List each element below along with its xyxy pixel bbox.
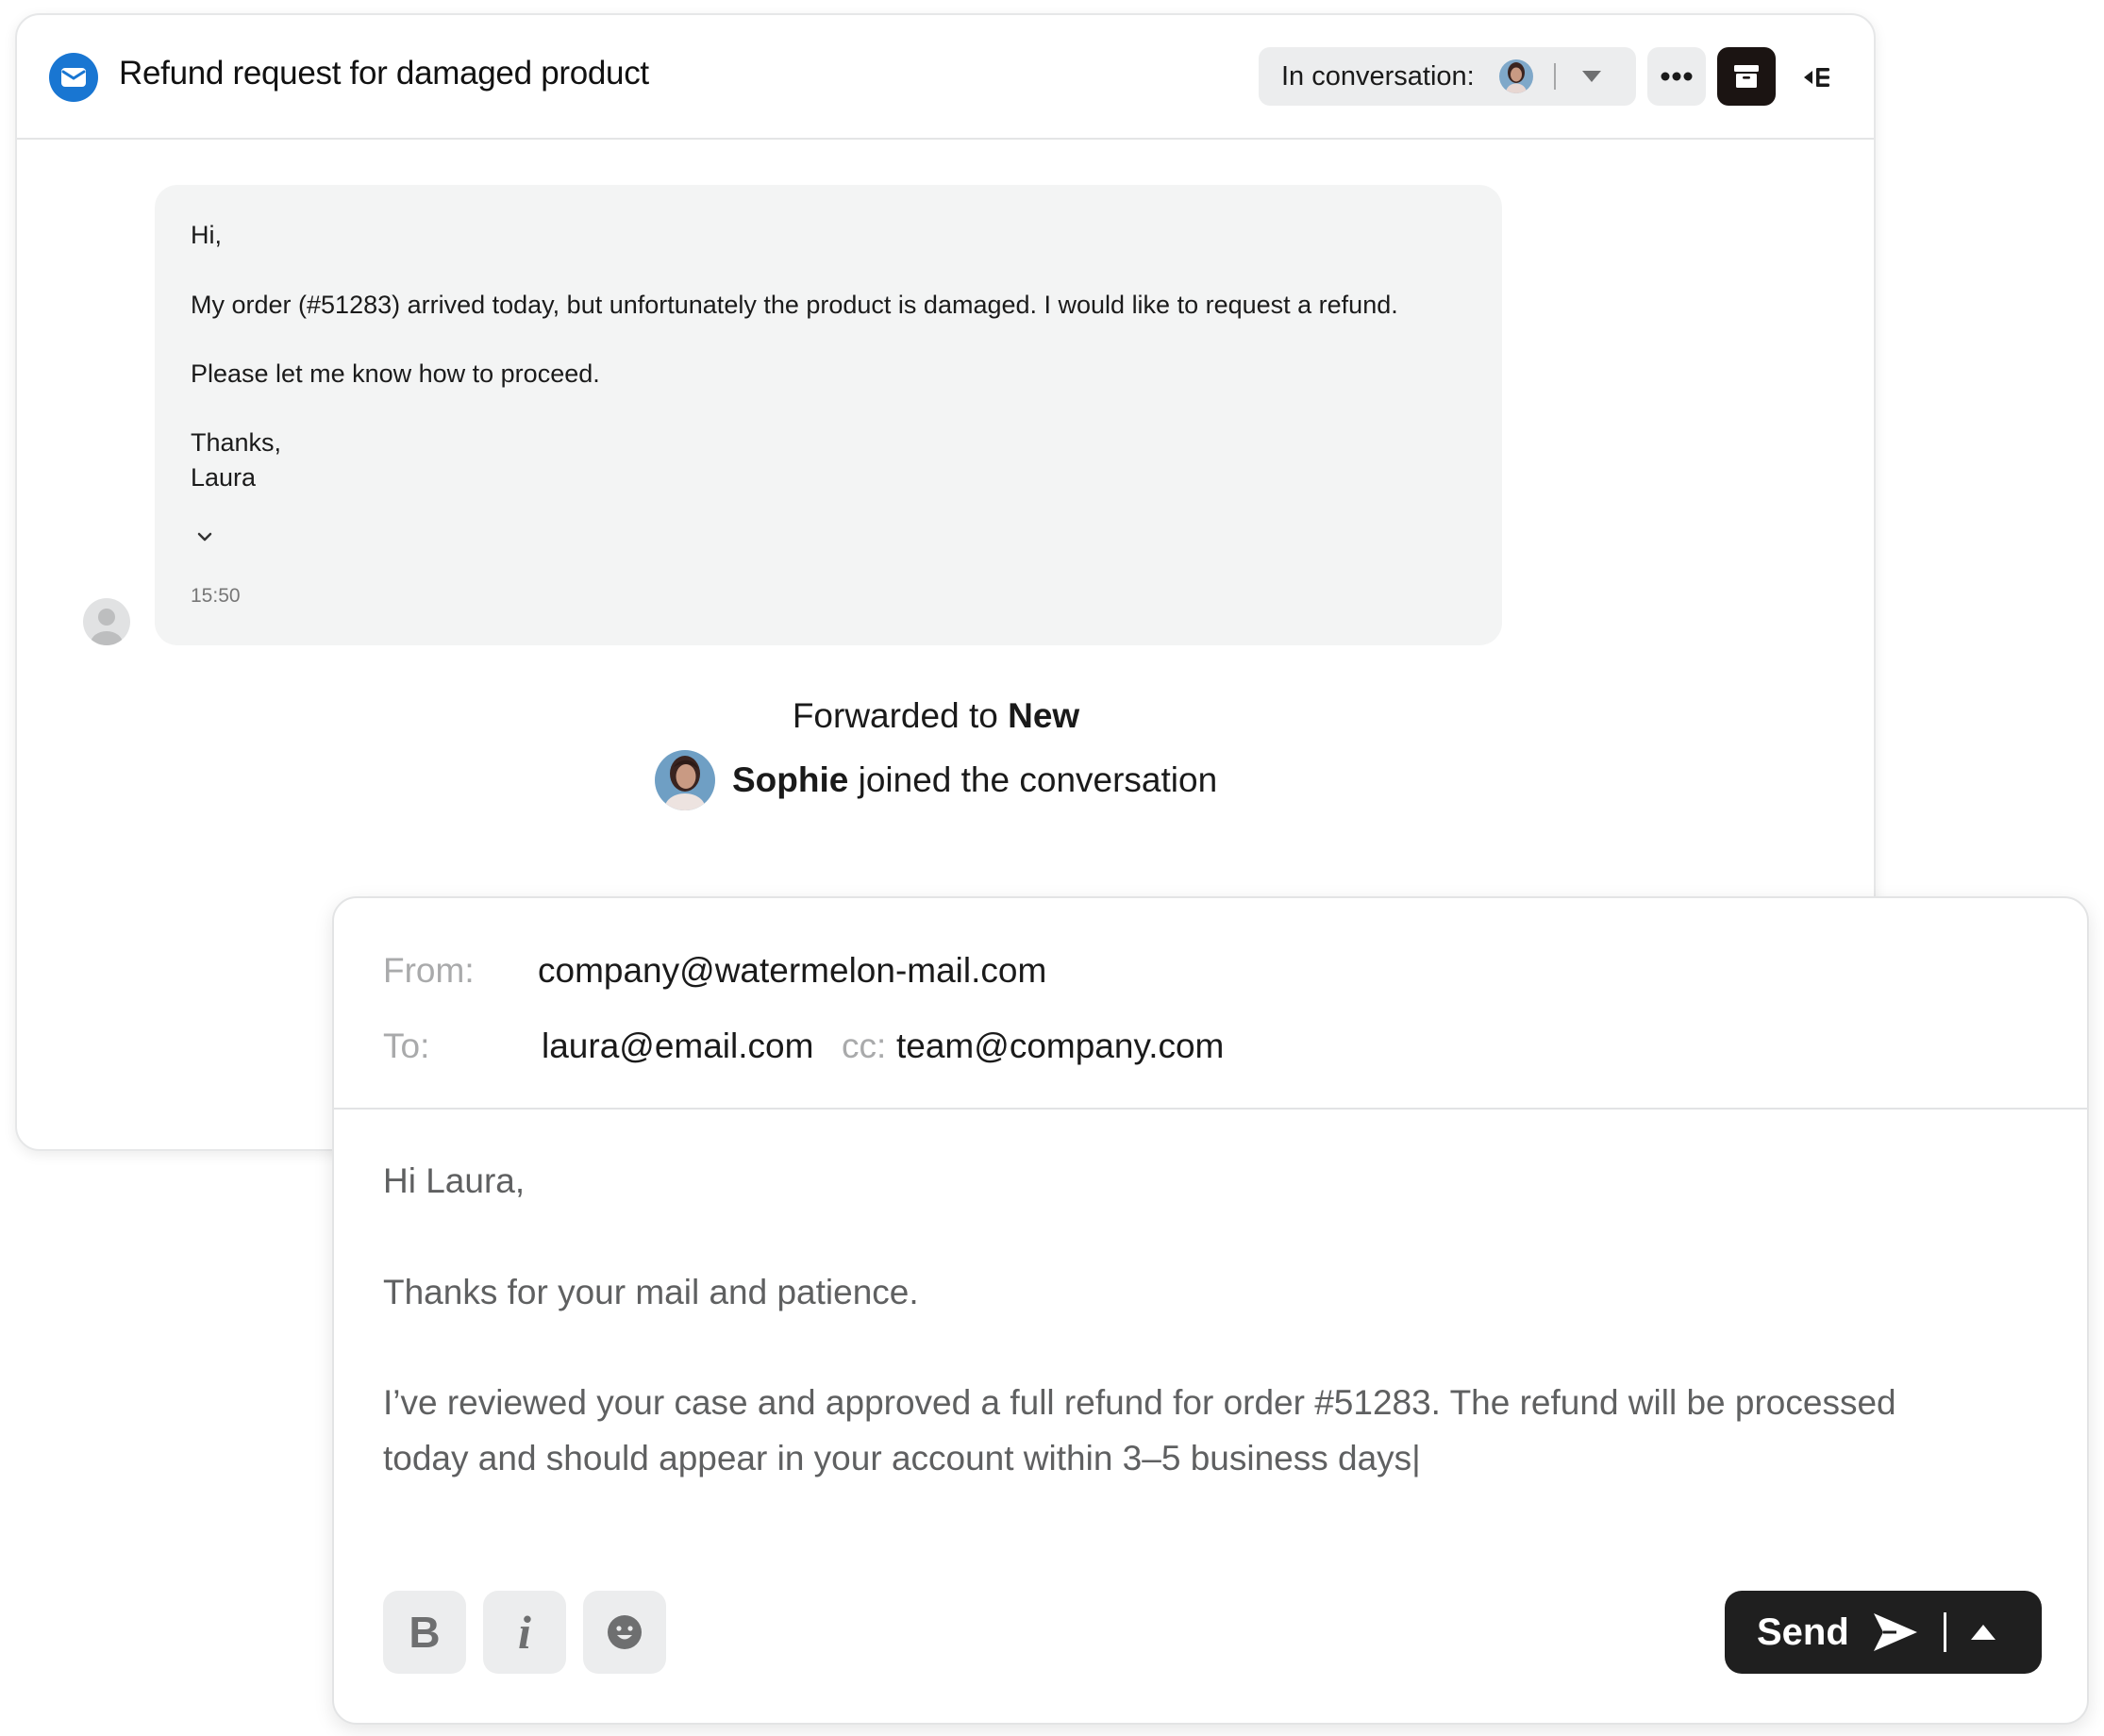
forwarded-prefix: Forwarded to: [792, 696, 1009, 735]
in-conversation-label: In conversation:: [1281, 60, 1475, 92]
italic-label: i: [518, 1606, 531, 1659]
conversation-header: Refund request for damaged product In co…: [17, 15, 1874, 140]
message-timestamp: 15:50: [191, 585, 241, 607]
from-label: From:: [383, 951, 475, 990]
archive-button[interactable]: [1717, 47, 1776, 106]
in-conversation-selector[interactable]: In conversation:: [1259, 47, 1636, 106]
reply-line-4[interactable]: today and should appear in your account …: [383, 1430, 1421, 1486]
collapse-panel-button[interactable]: [1798, 58, 1836, 96]
emoji-icon: [608, 1615, 642, 1649]
pill-divider: [1553, 63, 1556, 90]
forwarded-target: New: [1008, 696, 1080, 735]
sender-avatar: [83, 598, 130, 645]
archive-icon: [1734, 65, 1759, 88]
reply-composer: From: company@watermelon-mail.com To: la…: [332, 896, 2089, 1725]
bold-label: B: [409, 1608, 441, 1657]
caret-down-icon[interactable]: [1581, 71, 1601, 82]
reply-line-3[interactable]: I’ve reviewed your case and approved a f…: [383, 1375, 1896, 1430]
to-label: To:: [383, 1027, 430, 1065]
message-signature: Laura: [191, 463, 257, 492]
from-field[interactable]: company@watermelon-mail.com: [538, 951, 1046, 991]
caret-up-icon[interactable]: [1970, 1625, 1995, 1640]
more-horizontal-icon: [1661, 72, 1693, 81]
agent-avatar: [655, 750, 715, 810]
joined-suffix: joined the conversation: [848, 760, 1218, 799]
participant-avatar: [1498, 59, 1533, 93]
collapse-panel-icon: [1804, 68, 1829, 87]
more-options-button[interactable]: [1647, 47, 1706, 106]
customer-message: Hi, My order (#51283) arrived today, but…: [155, 185, 1502, 645]
to-field[interactable]: laura@email.com: [542, 1027, 813, 1066]
bold-button[interactable]: B: [383, 1591, 466, 1674]
cc-label: cc:: [842, 1027, 887, 1065]
joined-event: Sophie joined the conversation: [655, 747, 1217, 813]
message-greeting: Hi,: [191, 221, 222, 249]
send-arrow-icon: [1873, 1613, 1917, 1651]
send-label: Send: [1757, 1611, 1849, 1653]
emoji-button[interactable]: [583, 1591, 666, 1674]
italic-button[interactable]: i: [483, 1591, 566, 1674]
send-divider: [1943, 1612, 1946, 1652]
conversation-title: Refund request for damaged product: [119, 55, 649, 92]
reply-line-2[interactable]: Thanks for your mail and patience.: [383, 1264, 919, 1320]
reply-line-1[interactable]: Hi Laura,: [383, 1153, 525, 1209]
joined-name: Sophie: [732, 760, 849, 799]
chevron-down-icon[interactable]: [194, 526, 215, 547]
composer-divider: [334, 1108, 2087, 1110]
joined-text: Sophie joined the conversation: [732, 760, 1217, 800]
cc-field[interactable]: team@company.com: [896, 1027, 1224, 1066]
message-body: My order (#51283) arrived today, but unf…: [191, 291, 1398, 319]
forwarded-event: Forwarded to New: [17, 696, 1874, 736]
send-button[interactable]: Send: [1725, 1591, 2042, 1674]
message-request: Please let me know how to proceed.: [191, 359, 600, 388]
message-signoff: Thanks,: [191, 428, 282, 457]
mail-icon: [49, 53, 98, 102]
